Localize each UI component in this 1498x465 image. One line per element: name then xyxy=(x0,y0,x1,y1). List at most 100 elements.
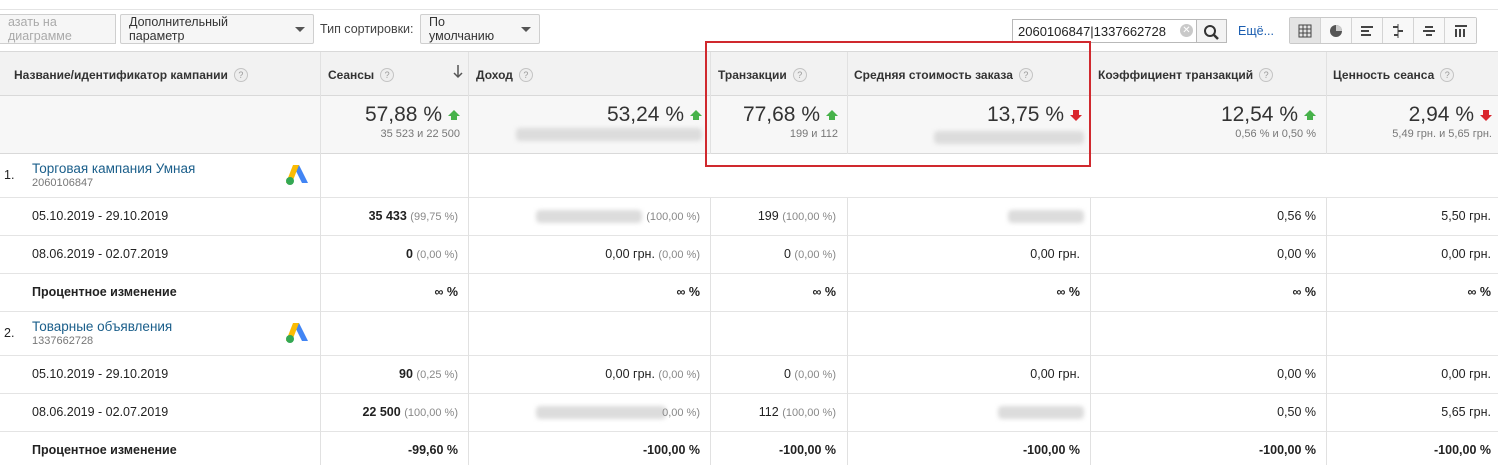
change-transactions: -100,00 % xyxy=(779,443,836,457)
header-revenue-label: Доход xyxy=(476,68,513,82)
advanced-filter-link[interactable]: Ещё... xyxy=(1238,24,1274,38)
header-campaign-label: Название/идентификатор кампании xyxy=(14,68,228,82)
sessions-value: 90 xyxy=(399,367,413,381)
percent-change-label: Процентное изменение xyxy=(32,285,177,299)
sessions-pct: (99,75 %) xyxy=(410,211,458,223)
column-divider xyxy=(710,198,711,465)
table-row xyxy=(0,394,1498,432)
table-filter-value: 2060106847|1337662728 xyxy=(1018,23,1166,39)
transactions-value: 0 xyxy=(783,367,791,381)
summary-conv-rate: 12,54 % 0,56 % и 0,50 % xyxy=(1096,103,1316,140)
sessions-value: 0 xyxy=(405,247,413,261)
cell-sessions: 90 (0,25 %) xyxy=(399,367,458,381)
cell-transactions: 0 (0,00 %) xyxy=(784,247,836,261)
top-divider xyxy=(0,9,1498,10)
sessions-pct: (0,00 %) xyxy=(416,249,458,261)
change-sessions: ∞ % xyxy=(434,285,459,299)
cell-conv-rate: 0,00 % xyxy=(1277,247,1316,261)
cell-revenue: 0,00 грн. (0,00 %) xyxy=(605,367,700,381)
help-icon[interactable]: ? xyxy=(1440,68,1455,82)
revenue-value: 0,00 грн. xyxy=(605,367,655,381)
redacted-value xyxy=(536,210,642,223)
date-range-label: 08.06.2019 - 02.07.2019 xyxy=(32,247,169,261)
transactions-value: 199 xyxy=(757,209,779,223)
column-divider xyxy=(320,52,321,465)
transactions-value: 112 xyxy=(758,405,779,419)
header-sessions[interactable]: Сеансы? xyxy=(328,68,395,82)
header-revenue[interactable]: Доход? xyxy=(476,68,533,82)
highlight-annotation xyxy=(705,41,1091,167)
pie-view-button[interactable] xyxy=(1321,18,1352,43)
header-conv-rate[interactable]: Коэффициент транзакций? xyxy=(1098,68,1274,82)
chevron-down-icon xyxy=(521,26,531,32)
summary-sessions-sub: 35 523 и 22 500 xyxy=(380,128,460,140)
summary-session-value-pct: 2,94 % xyxy=(1408,103,1474,126)
header-campaign[interactable]: Название/идентификатор кампании? xyxy=(14,68,248,82)
transactions-pct: (0,00 %) xyxy=(794,249,836,261)
sort-desc-icon[interactable] xyxy=(452,64,464,80)
plot-rows-label: азать на диаграмме xyxy=(8,15,72,43)
change-sessions: -99,60 % xyxy=(407,443,458,457)
cell-avg-order: 0,00 грн. xyxy=(1030,367,1080,381)
cell-conv-rate: 0,50 % xyxy=(1277,405,1316,419)
help-icon[interactable]: ? xyxy=(1259,68,1274,82)
arrow-up-icon xyxy=(690,110,702,120)
change-revenue: ∞ % xyxy=(676,285,701,299)
transactions-pct: (100,00 %) xyxy=(782,407,836,419)
pivot-view-button[interactable] xyxy=(1445,18,1476,43)
table-row xyxy=(0,236,1498,274)
cell-conv-rate: 0,56 % xyxy=(1277,209,1316,223)
campaign-id: 2060106847 xyxy=(32,177,94,189)
secondary-dimension-label: Дополнительный параметр xyxy=(129,15,228,43)
redacted-value xyxy=(516,128,702,141)
help-icon[interactable]: ? xyxy=(380,68,395,82)
comparison-view-button[interactable] xyxy=(1383,18,1414,43)
row-number: 1. xyxy=(4,168,15,182)
header-conv-rate-label: Коэффициент транзакций xyxy=(1098,68,1254,82)
campaign-link[interactable]: Торговая кампания Умная xyxy=(32,161,195,176)
change-revenue: -100,00 % xyxy=(643,443,700,457)
date-range-label: 08.06.2019 - 02.07.2019 xyxy=(32,405,169,419)
change-conv-rate: ∞ % xyxy=(1292,285,1317,299)
cell-revenue: (100,00 %) xyxy=(646,209,700,223)
search-button[interactable] xyxy=(1197,19,1227,43)
cell-conv-rate: 0,00 % xyxy=(1277,367,1316,381)
pivot-view-icon xyxy=(1454,24,1467,37)
change-avg-order: -100,00 % xyxy=(1023,443,1080,457)
cell-session-value: 5,65 грн. xyxy=(1441,405,1491,419)
table-row xyxy=(0,198,1498,236)
sessions-pct: (0,25 %) xyxy=(416,369,458,381)
revenue-pct: (100,00 %) xyxy=(646,211,700,223)
performance-view-button[interactable] xyxy=(1352,18,1383,43)
cell-session-value: 0,00 грн. xyxy=(1441,247,1491,261)
table-view-icon xyxy=(1298,24,1312,37)
sort-type-label: Тип сортировки: xyxy=(320,22,414,36)
google-ads-icon xyxy=(286,323,308,343)
arrow-up-icon xyxy=(1304,110,1316,120)
term-cloud-icon xyxy=(1423,25,1435,36)
cell-session-value: 0,00 грн. xyxy=(1441,367,1491,381)
campaign-link[interactable]: Товарные объявления xyxy=(32,319,172,334)
help-icon[interactable]: ? xyxy=(233,68,248,82)
search-icon xyxy=(1204,25,1219,40)
term-cloud-button[interactable] xyxy=(1414,18,1445,43)
sort-type-dropdown[interactable]: По умолчанию xyxy=(420,14,540,44)
plot-rows-button[interactable]: азать на диаграмме xyxy=(0,14,116,44)
table-view-button[interactable] xyxy=(1290,18,1321,43)
header-session-value[interactable]: Ценность сеанса? xyxy=(1333,68,1455,82)
redacted-value xyxy=(998,406,1084,419)
help-icon[interactable]: ? xyxy=(518,68,533,82)
table-filter-input[interactable]: 2060106847|1337662728 xyxy=(1012,19,1197,43)
revenue-value: 0,00 грн. xyxy=(605,247,655,261)
sessions-pct: (100,00 %) xyxy=(404,407,458,419)
cell-transactions: 199 (100,00 %) xyxy=(758,209,836,223)
secondary-dimension-dropdown[interactable]: Дополнительный параметр xyxy=(120,14,314,44)
redacted-value xyxy=(1008,210,1084,223)
revenue-pct: (0,00 %) xyxy=(658,369,700,381)
clear-search-icon[interactable]: ✕ xyxy=(1180,24,1193,37)
redacted-value xyxy=(536,406,666,419)
revenue-pct: (0,00 %) xyxy=(658,249,700,261)
campaign-id: 1337662728 xyxy=(32,335,94,347)
summary-revenue: 53,24 % xyxy=(480,103,702,127)
header-session-value-label: Ценность сеанса xyxy=(1333,68,1435,82)
